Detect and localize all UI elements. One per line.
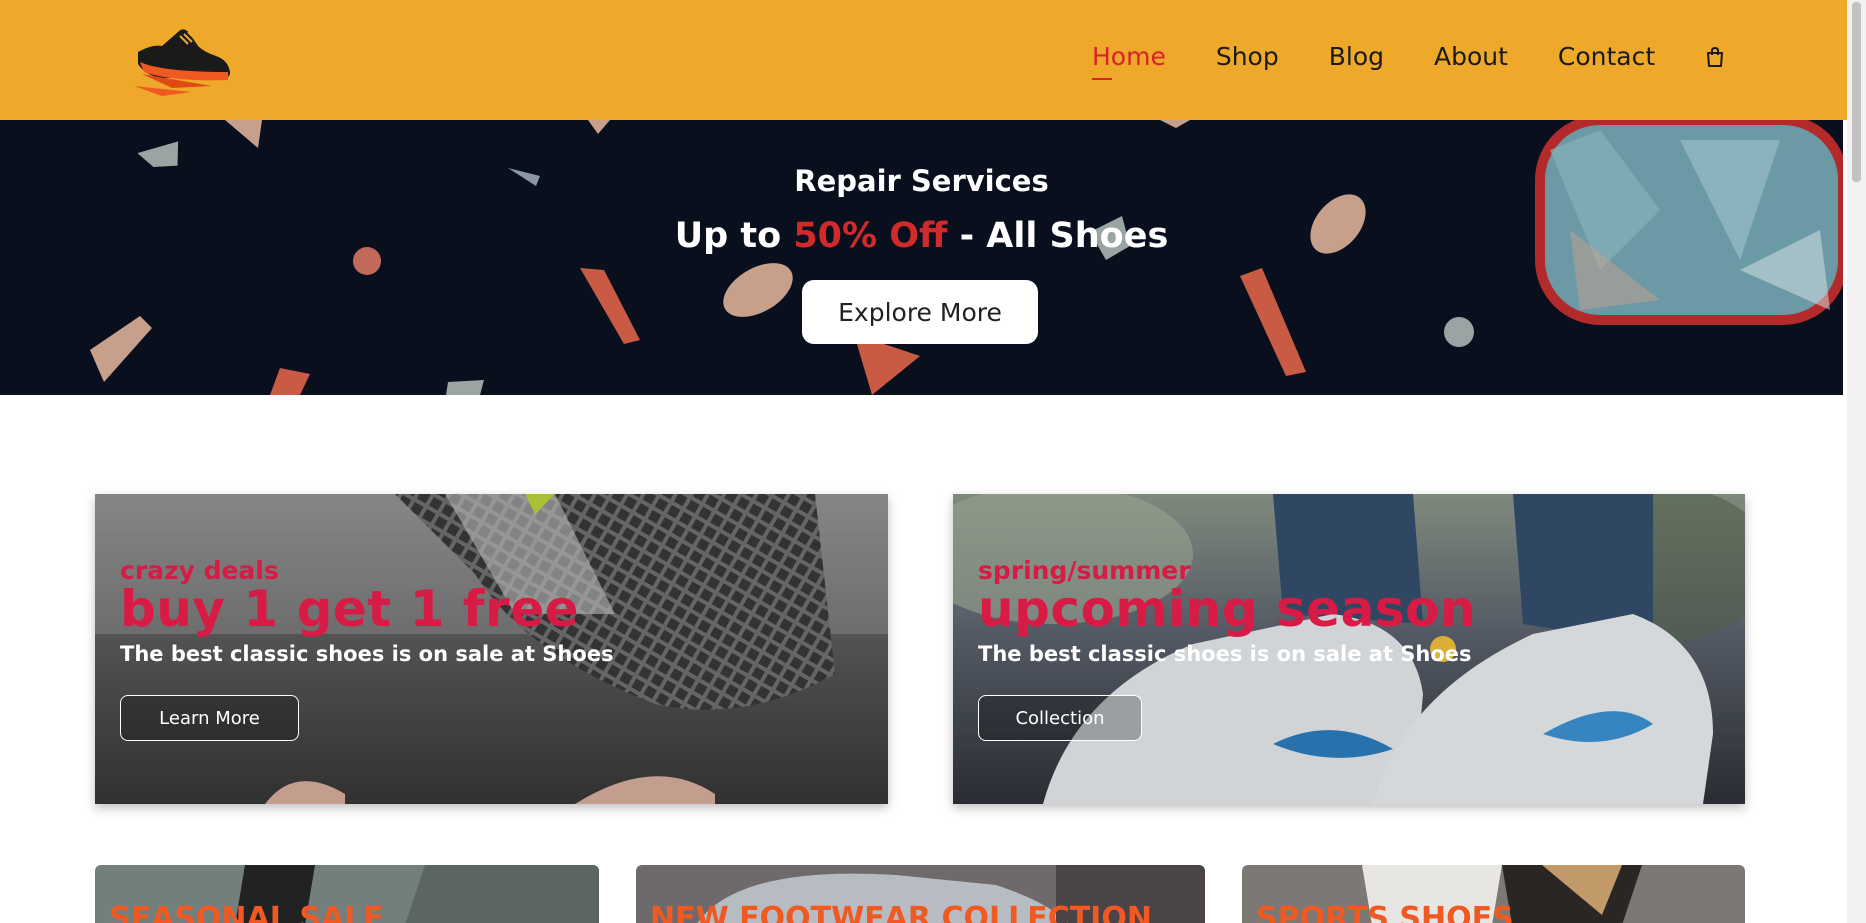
explore-more-button[interactable]: Explore More [802,280,1038,344]
learn-more-button[interactable]: Learn More [120,695,299,741]
hero-title: Repair Services [794,164,1049,198]
site-header: Home Shop Blog About Contact [0,0,1847,120]
banner-headline: buy 1 get 1 free [120,580,580,638]
sports-shoes-card[interactable]: SPORTS SHOES [1242,865,1745,923]
card-title: SEASONAL SALE [109,901,384,923]
season-banner: spring/summer upcoming season The best c… [953,494,1745,804]
sneaker-logo-icon[interactable] [132,12,240,100]
banner-headline: upcoming season [978,580,1477,638]
scrollbar[interactable] [1847,0,1866,923]
nav-shop[interactable]: Shop [1216,38,1279,76]
banner-description: The best classic shoes is on sale at Sho… [120,642,614,666]
seasonal-sale-card[interactable]: SEASONAL SALE [95,865,599,923]
card-title: NEW FOOTWEAR COLLECTION [650,901,1152,923]
banner-description: The best classic shoes is on sale at Sho… [978,642,1472,666]
card-title: SPORTS SHOES [1256,901,1514,923]
nav-home[interactable]: Home [1092,38,1166,80]
deal-banner: crazy deals buy 1 get 1 free The best cl… [95,494,888,804]
hero-sub-suffix: - All Shoes [947,216,1169,256]
nav-blog[interactable]: Blog [1329,38,1384,76]
main-nav: Home Shop Blog About Contact [1092,38,1727,80]
hero-subtitle: Up to 50% Off - All Shoes [0,216,1843,256]
nav-about[interactable]: About [1434,38,1508,76]
page: Home Shop Blog About Contact Repair Serv… [0,0,1866,923]
hero-banner: Repair Services Up to 50% Off - All Shoe… [0,120,1843,395]
hero-sub-prefix: Up to [674,216,794,256]
hero-sub-highlight: 50% Off [793,216,948,256]
scrollbar-thumb[interactable] [1852,2,1861,182]
confetti-background [90,120,1843,395]
collection-button[interactable]: Collection [978,695,1142,741]
new-footwear-card[interactable]: NEW FOOTWEAR COLLECTION [636,865,1205,923]
nav-contact[interactable]: Contact [1558,38,1655,76]
shopping-bag-icon[interactable] [1703,45,1727,69]
